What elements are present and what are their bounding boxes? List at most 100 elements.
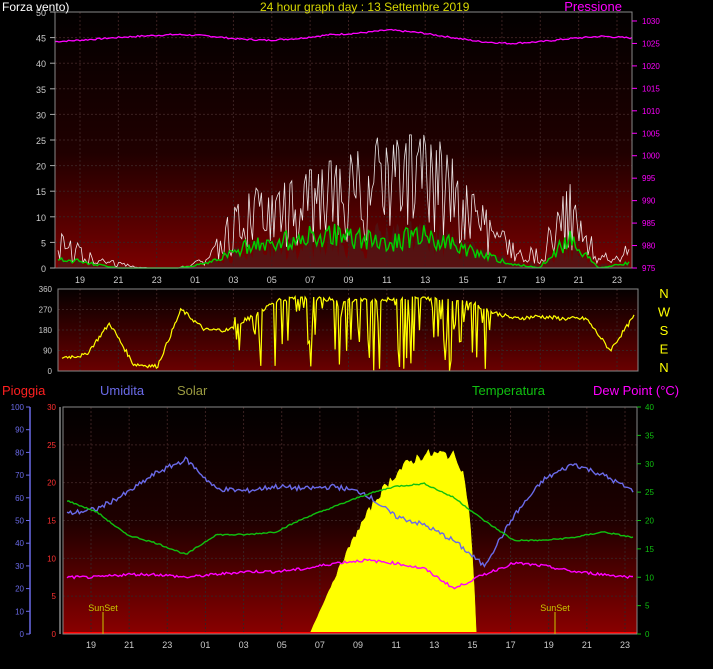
humidity-tick-label: 30	[15, 562, 24, 571]
compass-label: N	[659, 286, 668, 301]
direction-tick-label: 90	[43, 347, 52, 356]
rain-tick-label: 0	[52, 630, 57, 639]
rain-tick-label: 20	[47, 479, 56, 488]
climate-x-tick-label: 09	[353, 640, 363, 650]
direction-tick-label: 0	[48, 367, 53, 376]
rain-tick-label: 5	[52, 592, 57, 601]
climate-x-tick-label: 05	[277, 640, 287, 650]
sunset-label: SunSet	[88, 603, 118, 613]
wind-tick-label: 25	[36, 136, 46, 146]
legend-dewpoint: Dew Point (°C)	[593, 383, 679, 398]
climate-x-tick-label: 13	[429, 640, 439, 650]
humidity-tick-label: 60	[15, 494, 24, 503]
legend-solar: Solar	[177, 383, 208, 398]
pressure-tick-label: 1020	[642, 62, 660, 71]
climate-x-tick-label: 17	[506, 640, 516, 650]
legend-temperature: Temperatura	[472, 383, 546, 398]
wind-x-tick-label: 19	[535, 275, 545, 285]
wind-tick-label: 10	[36, 213, 46, 223]
pressure-tick-label: 1000	[642, 152, 660, 161]
legend-rain: Pioggia	[2, 383, 46, 398]
pressure-tick-label: 985	[642, 219, 656, 228]
wind-x-tick-label: 21	[113, 275, 123, 285]
climate-x-tick-label: 19	[544, 640, 554, 650]
humidity-tick-label: 50	[15, 517, 24, 526]
compass-label: E	[660, 342, 669, 357]
temperature-tick-label: 10	[645, 573, 654, 582]
wind-x-tick-label: 23	[612, 275, 622, 285]
humidity-tick-label: 70	[15, 471, 24, 480]
climate-x-tick-label: 15	[467, 640, 477, 650]
climate-x-tick-label: 23	[162, 640, 172, 650]
wind-axis-label: Forza vento)	[2, 0, 69, 14]
wind-x-tick-label: 11	[382, 275, 391, 285]
temperature-tick-label: 15	[645, 545, 654, 554]
wind-x-tick-label: 17	[497, 275, 507, 285]
chart-title: 24 hour graph day : 13 Settembre 2019	[260, 0, 470, 14]
climate-x-tick-label: 11	[391, 640, 400, 650]
climate-x-tick-label: 01	[200, 640, 210, 650]
direction-tick-label: 360	[39, 285, 53, 294]
direction-tick-label: 180	[39, 326, 53, 335]
humidity-tick-label: 0	[20, 630, 25, 639]
wind-x-tick-label: 01	[190, 275, 200, 285]
temperature-tick-label: 25	[645, 488, 654, 497]
wind-y-axis: 05101520253035404550	[36, 8, 55, 274]
wind-x-tick-label: 21	[574, 275, 584, 285]
compass-label: W	[658, 305, 671, 320]
temperature-tick-label: 0	[645, 630, 650, 639]
pressure-tick-label: 1010	[642, 107, 660, 116]
rain-y-axis: 0 5 10 15 20 25 30	[47, 403, 61, 639]
compass-label: S	[660, 323, 669, 338]
compass-label: N	[659, 360, 668, 375]
wind-x-tick-label: 13	[420, 275, 430, 285]
rain-tick-label: 15	[47, 517, 56, 526]
wind-x-tick-label: 09	[343, 275, 353, 285]
temperature-tick-label: 5	[645, 602, 650, 611]
legend-humidity: Umidita	[100, 383, 145, 398]
pressure-axis-label: Pressione	[564, 0, 622, 14]
humidity-tick-label: 20	[15, 585, 24, 594]
pressure-y-axis: 975 980 985 990 995 1000 1005 1010 1015 1020 1025 1…	[632, 17, 660, 273]
temperature-tick-label: 30	[645, 460, 654, 469]
temperature-tick-label: 35	[645, 431, 654, 440]
humidity-tick-label: 90	[15, 426, 24, 435]
wind-tick-label: 40	[36, 59, 46, 69]
climate-x-tick-label: 21	[124, 640, 134, 650]
pressure-tick-label: 995	[642, 174, 656, 183]
pressure-tick-label: 975	[642, 264, 656, 273]
direction-tick-label: 270	[39, 306, 53, 315]
wind-x-tick-label: 15	[459, 275, 469, 285]
climate-x-axis: 19 21 23 01 03 05 07 09 11 13 15 17 19 21 23	[86, 640, 630, 650]
rain-tick-label: 30	[47, 403, 56, 412]
pressure-tick-label: 1005	[642, 129, 660, 138]
humidity-y-axis: 0 10 20 30 40 50 60 70 80 90 100	[11, 403, 31, 639]
sunset-label: SunSet	[540, 603, 570, 613]
wind-tick-label: 0	[41, 264, 46, 274]
wind-tick-label: 20	[36, 162, 46, 172]
humidity-tick-label: 100	[11, 403, 25, 412]
climate-x-tick-label: 19	[86, 640, 96, 650]
wind-tick-label: 45	[36, 34, 46, 44]
humidity-tick-label: 10	[15, 607, 24, 616]
temperature-y-axis: 0 5 10 15 20 25 30 35 40	[637, 403, 654, 639]
pressure-tick-label: 1030	[642, 17, 660, 26]
humidity-tick-label: 40	[15, 539, 24, 548]
direction-y-axis: 0 90 180 270 360	[39, 285, 53, 376]
wind-tick-label: 5	[41, 238, 46, 248]
wind-x-tick-label: 23	[152, 275, 162, 285]
rain-tick-label: 10	[47, 554, 56, 563]
weather-graph: 0 5 10 15 20 25 30 35 40 45 50 975 980 985 990 995 1000…	[0, 0, 713, 669]
pressure-tick-label: 1025	[642, 39, 660, 48]
wind-x-axis: 19 21 23 01 03 05 07 09 11 13 15 17 19 21 23	[75, 275, 622, 285]
climate-x-tick-label: 23	[620, 640, 630, 650]
climate-x-tick-label: 21	[582, 640, 592, 650]
wind-tick-label: 30	[36, 110, 46, 120]
climate-x-tick-label: 03	[239, 640, 249, 650]
compass-labels: NWSEN	[658, 286, 671, 375]
humidity-tick-label: 80	[15, 448, 24, 457]
pressure-tick-label: 1015	[642, 84, 660, 93]
wind-x-tick-label: 03	[228, 275, 238, 285]
temperature-tick-label: 20	[645, 517, 654, 526]
wind-tick-label: 15	[36, 187, 46, 197]
